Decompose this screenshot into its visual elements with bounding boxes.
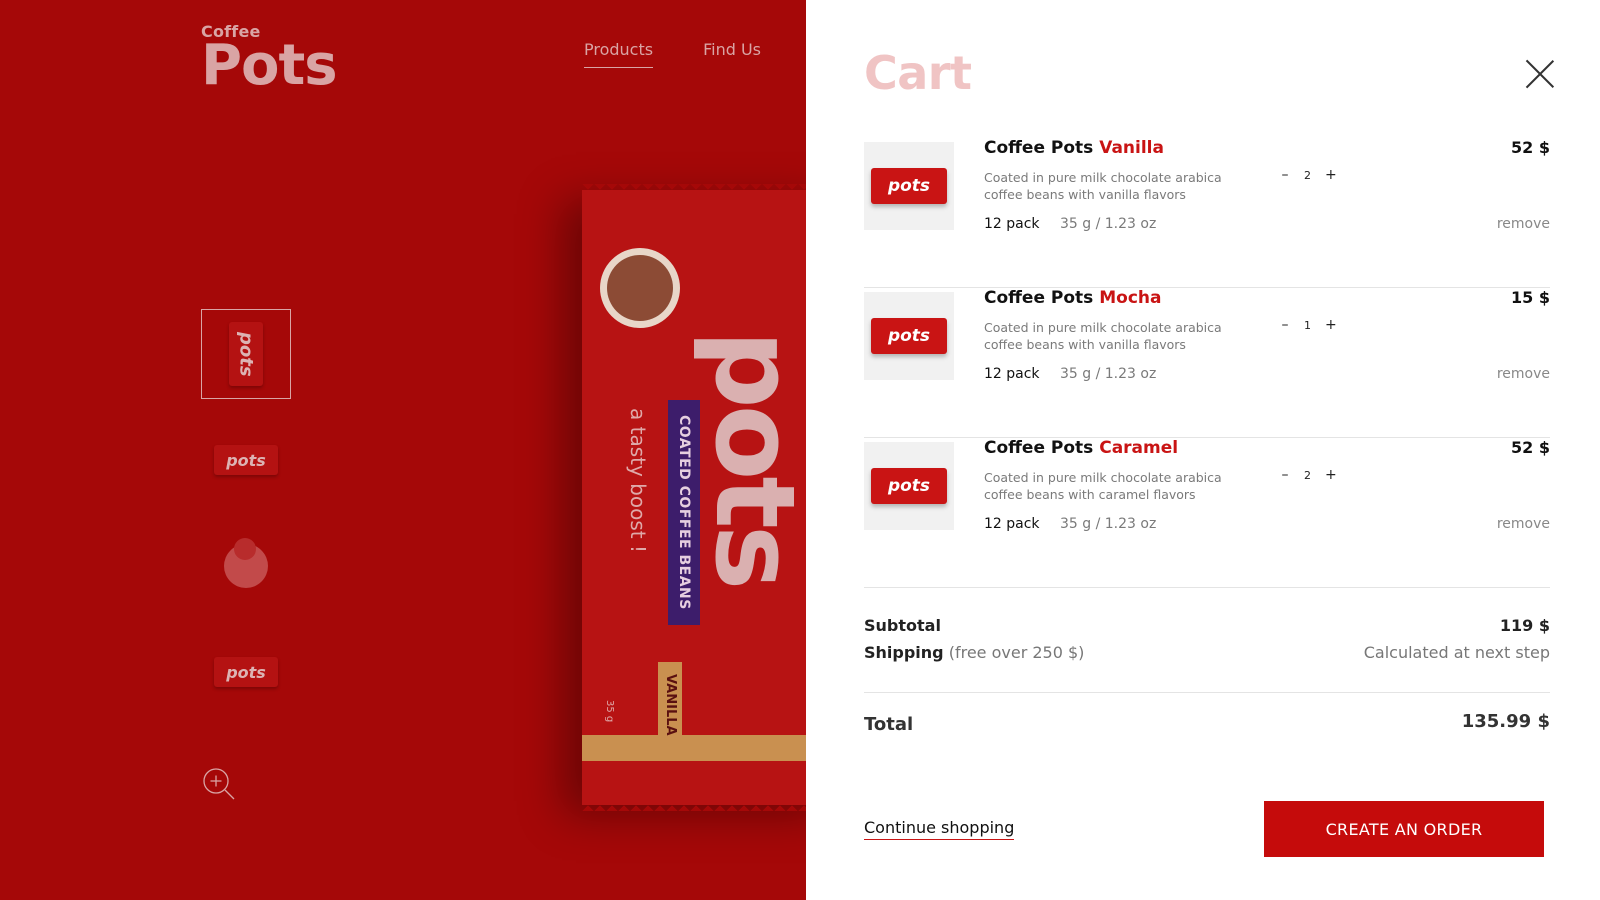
shipping-label: Shipping bbox=[864, 643, 944, 662]
decrease-button[interactable]: – bbox=[1280, 317, 1290, 333]
quantity-stepper: – 2 + bbox=[1280, 167, 1337, 183]
subtotal-row: Subtotal 119 $ bbox=[864, 616, 1550, 643]
product-weight: 35 g / 1.23 oz bbox=[1060, 216, 1157, 232]
product-description: Coated in pure milk chocolate arabica co… bbox=[984, 170, 1222, 202]
nav-find-us[interactable]: Find Us bbox=[703, 40, 761, 68]
remove-button[interactable]: remove bbox=[1497, 216, 1550, 232]
zoom-icon[interactable] bbox=[203, 768, 235, 800]
pack-edge-bottom bbox=[582, 799, 806, 811]
increase-button[interactable]: + bbox=[1325, 467, 1337, 483]
main-nav: Products Find Us bbox=[584, 40, 761, 68]
product-flavor: Vanilla bbox=[1099, 138, 1164, 158]
pack-size: 12 pack bbox=[984, 516, 1040, 532]
quantity-value: 2 bbox=[1304, 468, 1311, 482]
pack-image: pots bbox=[871, 168, 947, 204]
pack-size: 12 pack bbox=[984, 366, 1040, 382]
order-summary: Subtotal 119 $ Shipping (free over 250 $… bbox=[864, 616, 1550, 670]
pack-weight: 35 g bbox=[604, 700, 615, 723]
subtotal-value: 119 $ bbox=[1499, 616, 1550, 635]
product-thumbnail: pots bbox=[864, 142, 954, 230]
product-name: Coffee Pots Vanilla bbox=[984, 138, 1164, 158]
increase-button[interactable]: + bbox=[1325, 167, 1337, 183]
total-value: 135.99 $ bbox=[1461, 711, 1550, 732]
product-thumbnail: pots bbox=[864, 442, 954, 530]
product-meta: 12 pack 35 g / 1.23 oz bbox=[984, 366, 1156, 382]
cart-panel: Cart pots Coffee Pots Vanilla Coated in … bbox=[806, 0, 1600, 900]
pack-gold-band bbox=[582, 735, 806, 761]
pack-thumbnail-image: pots bbox=[214, 445, 278, 475]
quantity-value: 1 bbox=[1304, 318, 1311, 332]
item-price: 52 $ bbox=[1511, 438, 1550, 457]
product-name-base: Coffee Pots bbox=[984, 438, 1094, 458]
product-flavor: Mocha bbox=[1099, 288, 1162, 308]
cart-item: pots Coffee Pots Vanilla Coated in pure … bbox=[864, 138, 1550, 288]
increase-button[interactable]: + bbox=[1325, 317, 1337, 333]
product-weight: 35 g / 1.23 oz bbox=[1060, 366, 1157, 382]
summary-divider bbox=[864, 692, 1550, 693]
cart-item: pots Coffee Pots Mocha Coated in pure mi… bbox=[864, 288, 1550, 438]
thumbnail-3[interactable] bbox=[201, 521, 291, 611]
bean-thumbnail-image bbox=[224, 538, 268, 588]
shipping-note: (free over 250 $) bbox=[948, 643, 1085, 662]
quantity-stepper: – 1 + bbox=[1280, 317, 1337, 333]
total-label: Total bbox=[864, 714, 914, 735]
pack-size: 12 pack bbox=[984, 216, 1040, 232]
product-meta: 12 pack 35 g / 1.23 oz bbox=[984, 216, 1156, 232]
pack-tagline: a tasty boost ! bbox=[626, 408, 650, 553]
coffee-cup-graphic bbox=[600, 248, 680, 328]
thumbnail-1[interactable]: pots bbox=[201, 309, 291, 399]
brand-logo[interactable]: Coffee Pots bbox=[201, 22, 338, 98]
pack-thumbnail-image: pots bbox=[229, 322, 263, 386]
pack-thumbnail-image: pots bbox=[214, 657, 278, 687]
create-order-button[interactable]: CREATE AN ORDER bbox=[1264, 801, 1544, 857]
cart-item: pots Coffee Pots Caramel Coated in pure … bbox=[864, 438, 1550, 588]
product-name: Coffee Pots Mocha bbox=[984, 288, 1161, 308]
shipping-value: Calculated at next step bbox=[1363, 643, 1550, 662]
product-meta: 12 pack 35 g / 1.23 oz bbox=[984, 516, 1156, 532]
continue-shopping-link[interactable]: Continue shopping bbox=[864, 818, 1015, 840]
product-thumbnail: pots bbox=[864, 292, 954, 380]
product-name-base: Coffee Pots bbox=[984, 138, 1094, 158]
pack-logo: pots bbox=[691, 330, 806, 587]
shipping-row: Shipping (free over 250 $) Calculated at… bbox=[864, 643, 1550, 670]
subtotal-label: Subtotal bbox=[864, 616, 941, 635]
item-price: 15 $ bbox=[1511, 288, 1550, 307]
remove-button[interactable]: remove bbox=[1497, 366, 1550, 382]
product-name: Coffee Pots Caramel bbox=[984, 438, 1178, 458]
quantity-stepper: – 2 + bbox=[1280, 467, 1337, 483]
item-price: 52 $ bbox=[1511, 138, 1550, 157]
pack-ribbon: COATED COFFEE BEANS bbox=[668, 400, 700, 625]
product-description: Coated in pure milk chocolate arabica co… bbox=[984, 470, 1222, 502]
product-description: Coated in pure milk chocolate arabica co… bbox=[984, 320, 1222, 352]
nav-products[interactable]: Products bbox=[584, 40, 654, 68]
product-flavor: Caramel bbox=[1099, 438, 1179, 458]
thumbnail-4[interactable]: pots bbox=[201, 627, 291, 717]
decrease-button[interactable]: – bbox=[1280, 467, 1290, 483]
pack-image: pots bbox=[871, 468, 947, 504]
product-weight: 35 g / 1.23 oz bbox=[1060, 516, 1157, 532]
quantity-value: 2 bbox=[1304, 168, 1311, 182]
product-thumbnails: pots pots pots bbox=[201, 309, 291, 717]
total-row: Total 135.99 $ bbox=[864, 711, 1550, 735]
close-icon[interactable] bbox=[1524, 58, 1556, 90]
thumbnail-2[interactable]: pots bbox=[201, 415, 291, 505]
pack-image: pots bbox=[871, 318, 947, 354]
pack-flavor-label: VANILLA bbox=[658, 662, 682, 748]
pack-edge-top bbox=[582, 184, 806, 196]
brand-logo-big: Pots bbox=[201, 33, 338, 98]
cart-title: Cart bbox=[864, 46, 972, 100]
product-name-base: Coffee Pots bbox=[984, 288, 1094, 308]
product-hero-image: pots COATED COFFEE BEANS a tasty boost !… bbox=[582, 184, 806, 811]
remove-button[interactable]: remove bbox=[1497, 516, 1550, 532]
product-page-overlay: Coffee Pots Products Find Us pots pots p… bbox=[0, 0, 806, 900]
decrease-button[interactable]: – bbox=[1280, 167, 1290, 183]
